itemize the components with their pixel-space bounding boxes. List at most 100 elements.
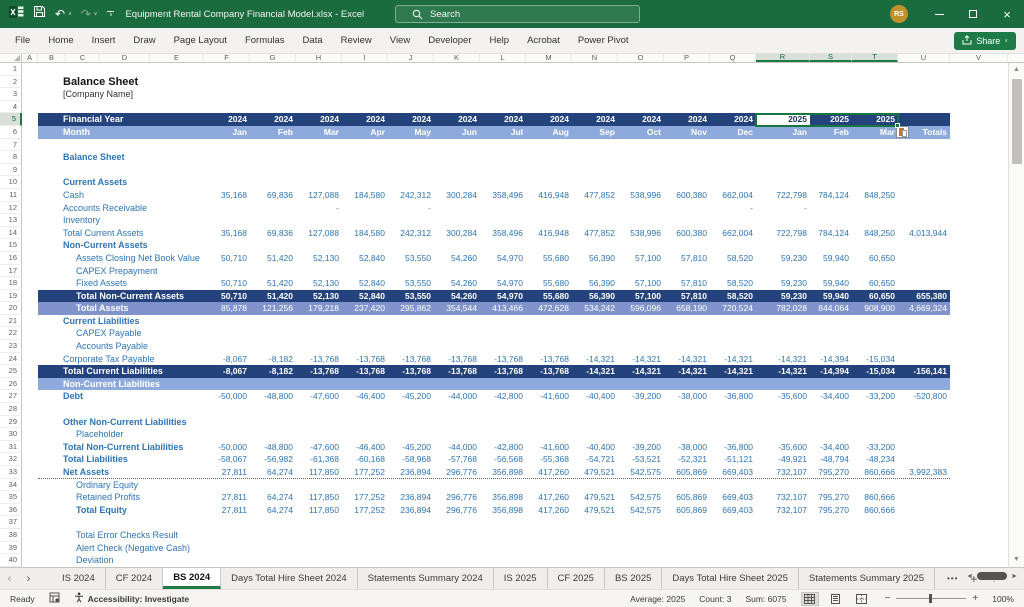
cell[interactable]: 54,260: [434, 290, 480, 303]
cell[interactable]: 542,575: [618, 504, 664, 517]
sheet-tab-bs-2025[interactable]: BS 2025: [605, 568, 663, 589]
zoom-slider[interactable]: [896, 594, 967, 603]
cell[interactable]: Mar: [852, 126, 898, 139]
cell[interactable]: 51,420: [250, 277, 296, 290]
cell-totals[interactable]: 3,992,383: [898, 466, 950, 478]
cell-totals[interactable]: 655,380: [898, 290, 950, 303]
column-header-C[interactable]: C: [66, 54, 100, 62]
ribbon-tab-view[interactable]: View: [381, 28, 419, 53]
cell[interactable]: 69,836: [250, 227, 296, 240]
cell[interactable]: 58,520: [710, 277, 756, 290]
row-label[interactable]: Balance Sheet: [38, 76, 204, 89]
cell[interactable]: Feb: [810, 126, 852, 139]
cell[interactable]: Jan: [204, 126, 250, 139]
zoom-out-icon[interactable]: −: [885, 593, 891, 604]
cell[interactable]: -8,067: [204, 353, 250, 366]
cell[interactable]: [618, 202, 664, 215]
row-label[interactable]: [Company Name]: [38, 88, 204, 101]
cell[interactable]: -13,768: [526, 365, 572, 378]
vertical-scrollbar[interactable]: ▲ ▼: [1008, 63, 1024, 567]
row-header-20[interactable]: 20: [0, 302, 22, 315]
column-header-B[interactable]: B: [38, 54, 66, 62]
cell[interactable]: 50,710: [204, 290, 250, 303]
cell[interactable]: 416,948: [526, 189, 572, 202]
row-label[interactable]: Ordinary Equity: [38, 479, 204, 492]
column-header-T[interactable]: T: [852, 53, 898, 62]
cell[interactable]: Jan: [756, 126, 810, 139]
cell[interactable]: 69,836: [250, 189, 296, 202]
cell[interactable]: [204, 202, 250, 215]
column-header-J[interactable]: J: [388, 54, 434, 62]
cell[interactable]: -34,400: [810, 441, 852, 454]
row-label[interactable]: Fixed Assets: [38, 277, 204, 290]
cell[interactable]: [342, 202, 388, 215]
cell[interactable]: 54,260: [434, 252, 480, 265]
cell[interactable]: 848,250: [852, 227, 898, 240]
cell[interactable]: -50,000: [204, 390, 250, 403]
cell[interactable]: -13,768: [388, 353, 434, 366]
cell[interactable]: 605,869: [664, 491, 710, 504]
cell[interactable]: -46,400: [342, 390, 388, 403]
cell[interactable]: 59,230: [756, 277, 810, 290]
cell[interactable]: -14,321: [710, 353, 756, 366]
cell[interactable]: -48,234: [852, 453, 898, 466]
cell[interactable]: 56,390: [572, 290, 618, 303]
row-label[interactable]: Total Current Liabilities: [38, 365, 204, 378]
cell[interactable]: 184,580: [342, 189, 388, 202]
row-label[interactable]: Month: [38, 126, 204, 139]
cell[interactable]: 417,260: [526, 466, 572, 478]
row-label[interactable]: Accounts Payable: [38, 340, 204, 353]
ribbon-tab-draw[interactable]: Draw: [124, 28, 164, 53]
ribbon-tab-home[interactable]: Home: [39, 28, 82, 53]
cell[interactable]: -45,200: [388, 441, 434, 454]
cell[interactable]: 2024: [388, 113, 434, 126]
cell[interactable]: 413,466: [480, 302, 526, 315]
ribbon-tab-review[interactable]: Review: [332, 28, 381, 53]
cell-totals[interactable]: [898, 453, 950, 466]
cell[interactable]: -47,600: [296, 390, 342, 403]
cell[interactable]: -: [710, 202, 756, 215]
cell[interactable]: 35,168: [204, 189, 250, 202]
cell[interactable]: -50,000: [204, 441, 250, 454]
horizontal-scrollbar[interactable]: ◄ ►: [966, 572, 1018, 580]
close-button[interactable]: ×: [990, 0, 1024, 28]
row-label[interactable]: Financial Year: [38, 113, 204, 126]
cell-totals[interactable]: [898, 113, 950, 126]
horizontal-scroll-thumb[interactable]: [977, 572, 1008, 580]
cell[interactable]: 50,710: [204, 277, 250, 290]
zoom-slider-thumb[interactable]: [929, 594, 933, 603]
cell[interactable]: -56,568: [480, 453, 526, 466]
ribbon-tab-file[interactable]: File: [6, 28, 39, 53]
maximize-button[interactable]: [956, 0, 990, 28]
cell[interactable]: 55,680: [526, 252, 572, 265]
cell-totals[interactable]: 4,669,324: [898, 302, 950, 315]
cell[interactable]: 56,390: [572, 277, 618, 290]
row-label[interactable]: Alert Check (Negative Cash): [38, 542, 204, 555]
redo-icon[interactable]: ↷: [81, 8, 91, 20]
cell[interactable]: 27,811: [204, 504, 250, 517]
row-label[interactable]: Net Assets: [38, 466, 204, 478]
cell[interactable]: -13,768: [388, 365, 434, 378]
cell[interactable]: 908,900: [852, 302, 898, 315]
cell[interactable]: 53,550: [388, 252, 434, 265]
cell[interactable]: 479,521: [572, 504, 618, 517]
cell[interactable]: 237,420: [342, 302, 388, 315]
row-header-29[interactable]: 29: [0, 415, 22, 429]
row-label[interactable]: Deviation: [38, 554, 204, 567]
cell[interactable]: 669,403: [710, 466, 756, 478]
cell[interactable]: 57,100: [618, 252, 664, 265]
cell[interactable]: Sep: [572, 126, 618, 139]
cell[interactable]: 2025: [756, 113, 810, 126]
row-label[interactable]: Total Error Checks Result: [38, 529, 204, 542]
cell[interactable]: 52,840: [342, 277, 388, 290]
cell[interactable]: -48,794: [810, 453, 852, 466]
row-label[interactable]: Non-Current Liabilities: [38, 378, 204, 391]
cell[interactable]: -14,394: [810, 353, 852, 366]
accessibility-status[interactable]: Accessibility: Investigate: [74, 592, 189, 605]
cell[interactable]: May: [388, 126, 434, 139]
cell[interactable]: 54,970: [480, 277, 526, 290]
cell[interactable]: -52,321: [664, 453, 710, 466]
cell[interactable]: -40,400: [572, 441, 618, 454]
row-header-19[interactable]: 19: [0, 289, 22, 303]
sheet-tab-days-total-hire-sheet-2024[interactable]: Days Total Hire Sheet 2024: [221, 568, 358, 589]
